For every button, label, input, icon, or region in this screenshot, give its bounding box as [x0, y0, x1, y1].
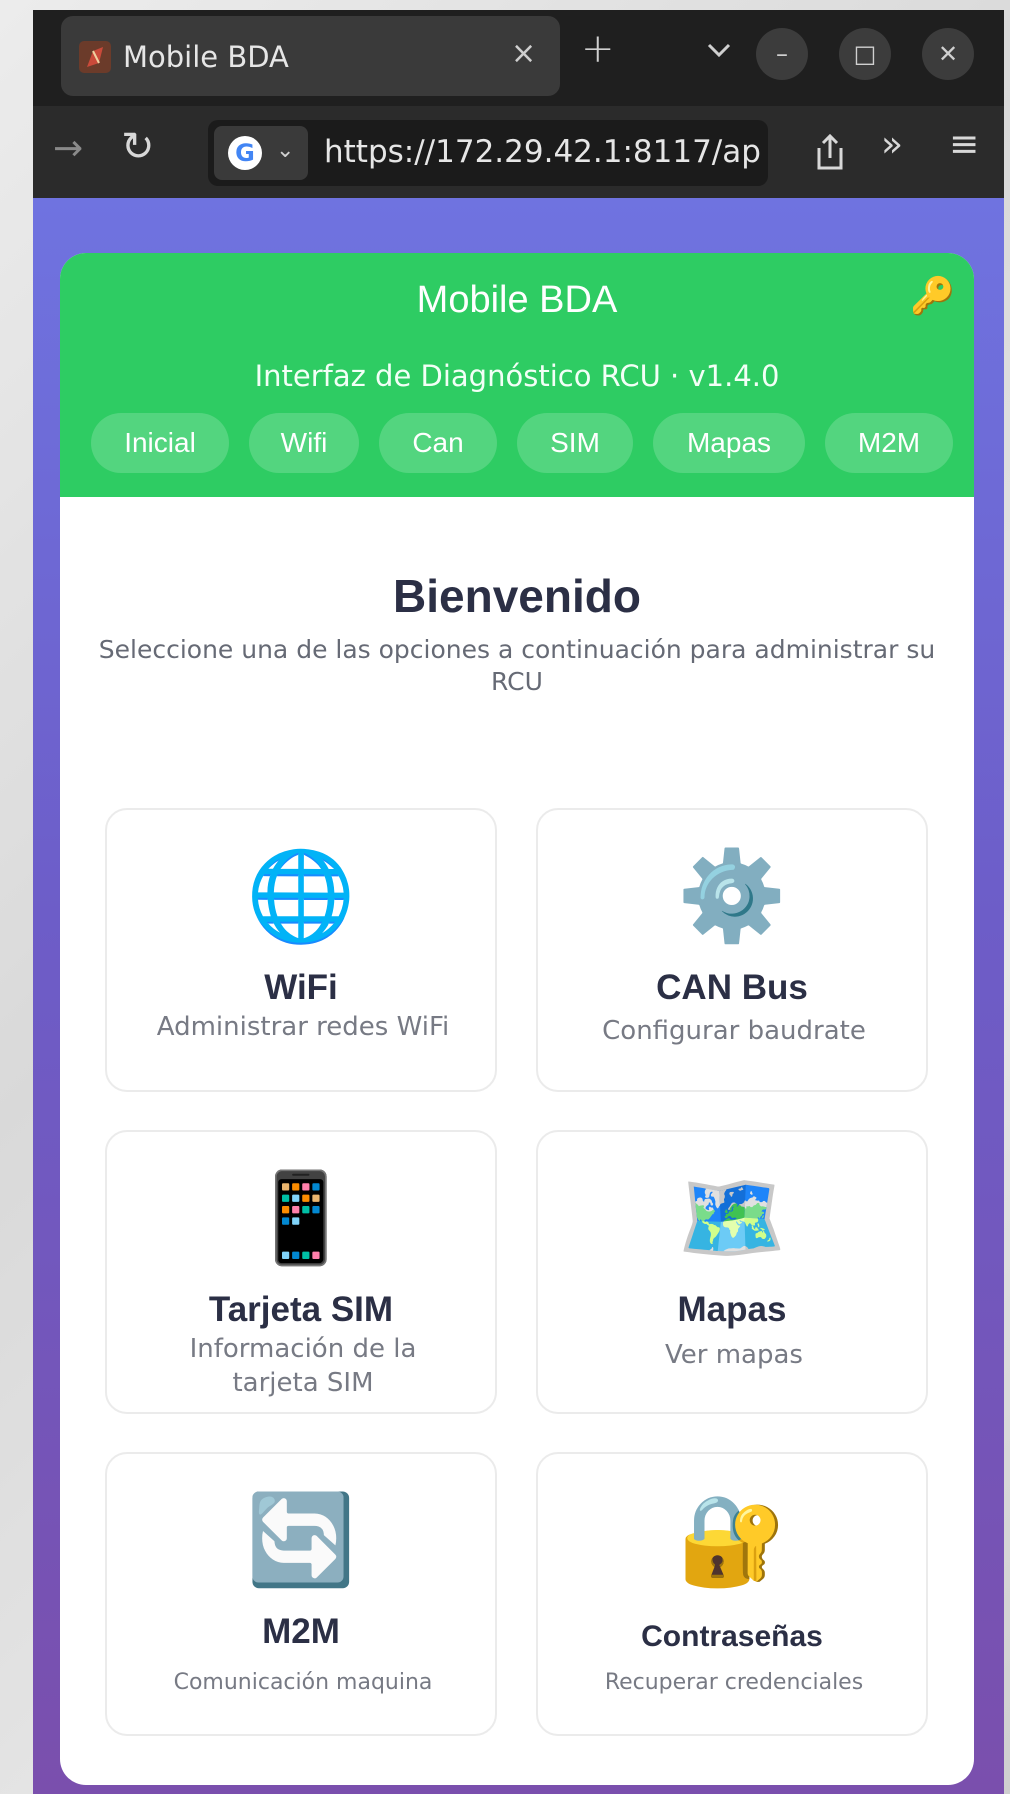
tile-title: WiFi [264, 968, 338, 1007]
tile-description: Recuperar credenciales [604, 1670, 864, 1695]
tab-title: Mobile BDA [123, 40, 289, 74]
tile-can-bus[interactable]: ⚙️ CAN Bus Configurar baudrate [536, 808, 928, 1092]
chevron-down-icon[interactable] [701, 32, 737, 68]
tab-strip: Mobile BDA × + – □ ✕ [33, 10, 1004, 106]
tile-title: Contraseñas [641, 1620, 823, 1653]
address-bar[interactable]: G ⌄ https://172.29.42.1:8117/ap [208, 120, 768, 186]
minimize-button[interactable]: – [756, 28, 808, 80]
browser-toolbar: → ↻ G ⌄ https://172.29.42.1:8117/ap » ≡ [33, 106, 1004, 198]
app-favicon-icon [79, 41, 111, 73]
close-window-button[interactable]: ✕ [922, 28, 974, 80]
nav-item-sim[interactable]: SIM [517, 413, 633, 473]
tile-description: Ver mapas [665, 1340, 803, 1370]
google-icon: G [228, 136, 262, 170]
share-icon[interactable] [813, 132, 847, 172]
map-icon: 🗺️ [677, 1166, 787, 1269]
tile-mapas[interactable]: 🗺️ Mapas Ver mapas [536, 1130, 928, 1414]
page-title: Bienvenido [393, 570, 641, 622]
reload-icon[interactable]: ↻ [121, 124, 155, 170]
tile-description: Administrar redes WiFi [156, 1012, 450, 1042]
browser-window: Mobile BDA × + – □ ✕ → ↻ G ⌄ https://172… [33, 10, 1004, 1794]
app-title: Mobile BDA [416, 279, 618, 321]
tile-m2m[interactable]: 🔄 M2M Comunicación maquina [105, 1452, 497, 1736]
nav-item-can[interactable]: Can [379, 413, 497, 473]
chevron-down-icon: ⌄ [276, 138, 295, 163]
site-info-button[interactable]: G ⌄ [214, 126, 308, 180]
tile-wifi[interactable]: 🌐 WiFi Administrar redes WiFi [105, 808, 497, 1092]
hamburger-menu-icon[interactable]: ≡ [949, 124, 979, 165]
tile-title: CAN Bus [656, 968, 808, 1007]
forward-arrow-icon[interactable]: → [53, 128, 83, 169]
tile-title: Tarjeta SIM [208, 1290, 394, 1329]
nav-item-inicial[interactable]: Inicial [91, 413, 229, 473]
tile-description: Comunicación maquina [173, 1670, 433, 1695]
gear-icon: ⚙️ [677, 844, 787, 947]
app-header: Mobile BDA 🔑 Interfaz de Diagnóstico RCU… [60, 253, 974, 497]
lock-key-icon: 🔐 [677, 1488, 787, 1591]
main-card: Mobile BDA 🔑 Interfaz de Diagnóstico RCU… [60, 253, 974, 1785]
app-subtitle: Interfaz de Diagnóstico RCU · v1.4.0 [254, 359, 780, 393]
url-text[interactable]: https://172.29.42.1:8117/ap [324, 134, 764, 170]
browser-tab[interactable]: Mobile BDA × [61, 16, 560, 96]
tile-title: Mapas [677, 1290, 787, 1329]
tile-title: M2M [262, 1612, 340, 1651]
nav-item-wifi[interactable]: Wifi [249, 413, 359, 473]
key-icon[interactable]: 🔑 [910, 275, 955, 317]
page-description: Seleccione una de las opciones a continu… [98, 635, 936, 696]
tile-description: Configurar baudrate [602, 1016, 866, 1046]
tile-contrasenas[interactable]: 🔐 Contraseñas Recuperar credenciales [536, 1452, 928, 1736]
page-viewport: Mobile BDA 🔑 Interfaz de Diagnóstico RCU… [33, 198, 1004, 1794]
nav-item-mapas[interactable]: Mapas [653, 413, 805, 473]
new-tab-button[interactable]: + [581, 26, 615, 72]
nav-item-m2m[interactable]: M2M [825, 413, 953, 473]
more-tools-icon[interactable]: » [881, 124, 903, 165]
arrows-sync-icon: 🔄 [246, 1488, 356, 1591]
mobile-phone-icon: 📱 [246, 1166, 356, 1269]
tile-description: Información de la tarjeta SIM [189, 1334, 417, 1398]
maximize-button[interactable]: □ [839, 28, 891, 80]
tile-tarjeta-sim[interactable]: 📱 Tarjeta SIM Información de la tarjeta … [105, 1130, 497, 1414]
globe-icon: 🌐 [246, 844, 356, 947]
close-tab-icon[interactable]: × [511, 36, 536, 71]
